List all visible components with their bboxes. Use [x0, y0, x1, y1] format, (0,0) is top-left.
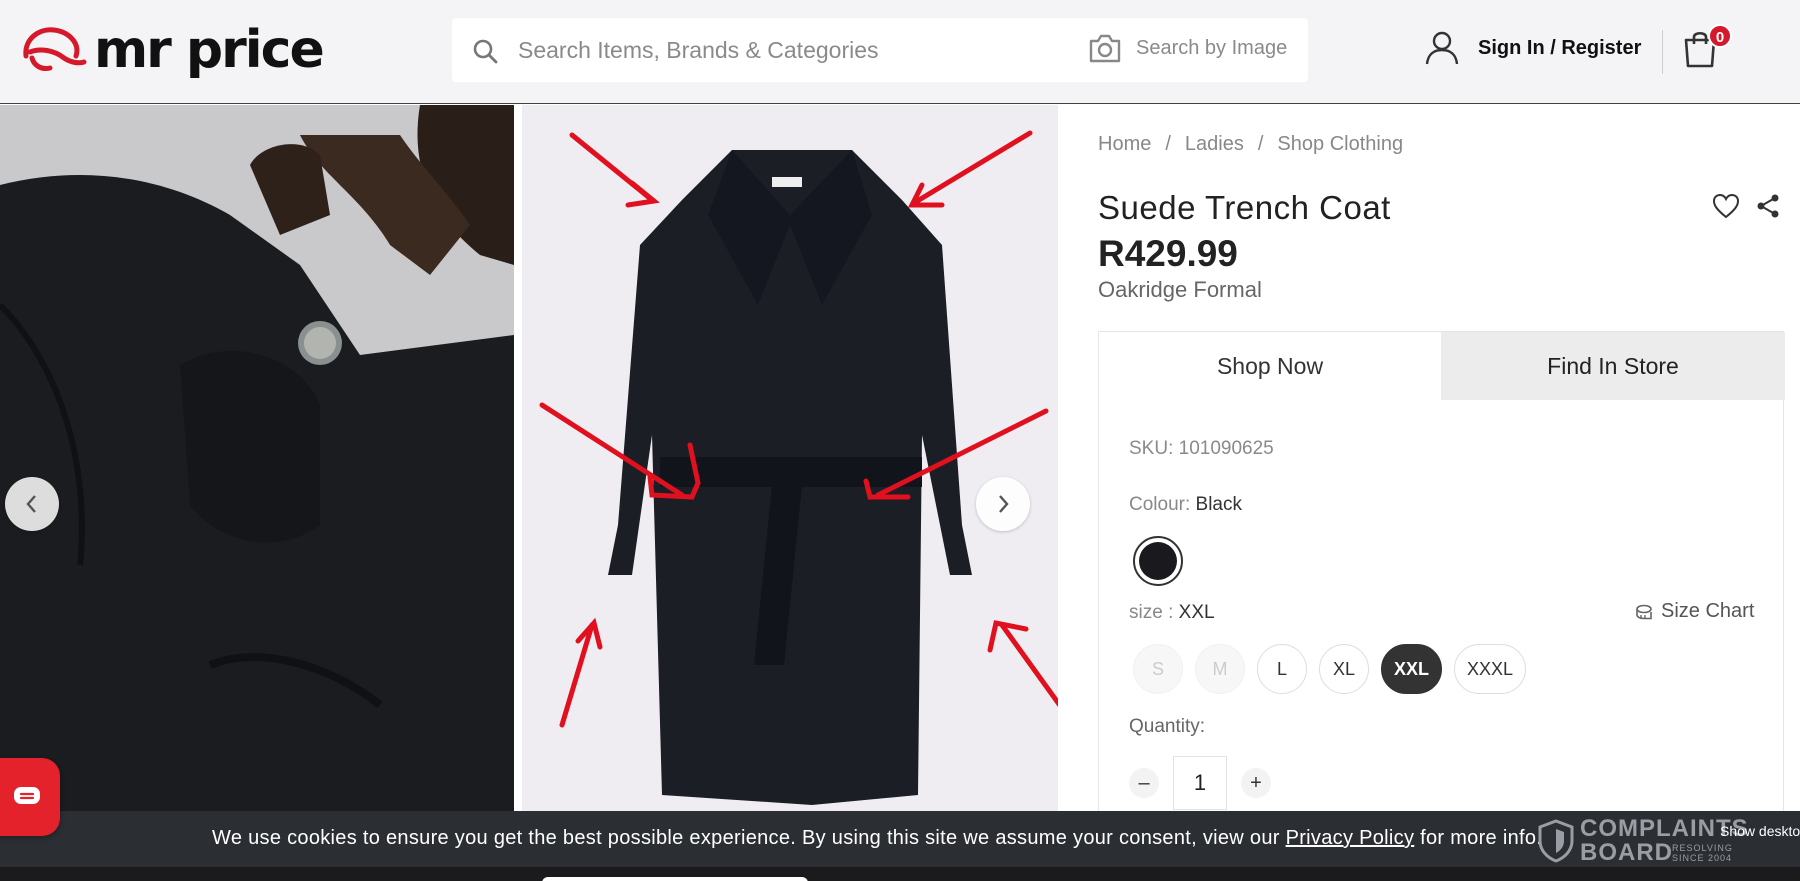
- tape-measure-icon: [1636, 604, 1652, 619]
- size-option-l[interactable]: L: [1257, 644, 1307, 694]
- heart-icon[interactable]: [1712, 193, 1740, 219]
- complaints-board-watermark: COMPLAINTS BOARD RESOLVING SINCE 2004: [1538, 817, 1749, 865]
- show-desktop-label[interactable]: Show deskto: [1720, 823, 1800, 839]
- search-by-image-button[interactable]: Search by Image: [1088, 32, 1287, 64]
- size-option-m[interactable]: M: [1195, 644, 1245, 694]
- chat-button[interactable]: [0, 758, 60, 836]
- purchase-panel: Shop Now Find In Store SKU: 101090625 Co…: [1098, 331, 1785, 831]
- breadcrumb-separator: /: [1257, 133, 1264, 155]
- product-title: Suede Trench Coat: [1098, 189, 1391, 226]
- size-option-xxxl[interactable]: XXXL: [1454, 644, 1527, 694]
- model-photo[interactable]: [0, 105, 514, 811]
- size-option-xxl[interactable]: XXL: [1381, 644, 1443, 694]
- sku-line: SKU: 101090625: [1129, 438, 1274, 460]
- cookie-message: We use cookies to ensure you get the bes…: [212, 827, 1542, 850]
- cart-button[interactable]: 0: [1682, 24, 1732, 73]
- camera-icon: [1089, 34, 1121, 63]
- size-value: XXL: [1178, 602, 1215, 623]
- model-image: [0, 105, 514, 811]
- colour-swatch-black[interactable]: [1133, 536, 1183, 586]
- chat-bubble-icon: [14, 787, 40, 804]
- shield-icon: [1538, 819, 1574, 863]
- size-options: S M L XL XXL XXXL: [1133, 644, 1527, 694]
- size-line: size : XXL: [1129, 602, 1215, 624]
- tab-find-in-store[interactable]: Find In Store: [1441, 332, 1785, 400]
- cookie-banner: We use cookies to ensure you get the bes…: [0, 811, 1800, 867]
- cookie-text-after: for more info.: [1414, 827, 1543, 849]
- search-by-image-label: Search by Image: [1136, 36, 1288, 59]
- product-gallery: [0, 105, 1058, 811]
- gallery-next-button[interactable]: [976, 477, 1030, 531]
- privacy-policy-link[interactable]: Privacy Policy: [1286, 827, 1415, 849]
- search-input[interactable]: [518, 32, 1078, 68]
- mr-price-logo[interactable]: mr price: [20, 20, 325, 80]
- share-icon[interactable]: [1756, 193, 1780, 219]
- search-icon[interactable]: [472, 38, 498, 64]
- taskbar-search-pill[interactable]: [542, 877, 808, 881]
- product-price: R429.99: [1098, 233, 1238, 274]
- size-option-s[interactable]: S: [1133, 644, 1183, 694]
- quantity-label: Quantity:: [1129, 716, 1206, 737]
- size-chart-link[interactable]: Size Chart: [1635, 600, 1754, 623]
- breadcrumb: Home / Ladies / Shop Clothing: [1098, 133, 1403, 156]
- user-icon: [1425, 31, 1459, 65]
- tab-shop-now[interactable]: Shop Now: [1099, 332, 1441, 400]
- header-divider: [1662, 30, 1663, 74]
- sku-label: SKU:: [1129, 438, 1174, 459]
- breadcrumb-home[interactable]: Home: [1098, 133, 1151, 156]
- size-chart-label: Size Chart: [1661, 600, 1755, 622]
- coat-image: [522, 105, 1058, 811]
- breadcrumb-shop-clothing[interactable]: Shop Clothing: [1277, 133, 1403, 156]
- swatch-fill: [1139, 542, 1177, 580]
- sign-in-register-link[interactable]: Sign In / Register: [1424, 30, 1641, 66]
- quantity-decrease-button[interactable]: –: [1129, 768, 1159, 798]
- size-option-xl[interactable]: XL: [1319, 644, 1369, 694]
- taskbar: [0, 867, 1800, 881]
- quantity-increase-button[interactable]: +: [1241, 768, 1271, 798]
- product-details: Home / Ladies / Shop Clothing Suede Tren…: [1098, 105, 1800, 831]
- coat-photo[interactable]: [522, 105, 1058, 811]
- logo-mark-icon: [23, 27, 87, 71]
- logo-text: mr price: [94, 20, 325, 80]
- gallery-prev-button[interactable]: [5, 477, 59, 531]
- cart-count-badge: 0: [1708, 24, 1732, 48]
- chevron-right-icon: [999, 495, 1009, 513]
- colour-label: Colour:: [1129, 494, 1191, 515]
- site-header: mr price Search by Image Sign In / Regis…: [0, 0, 1800, 104]
- sign-in-label: Sign In / Register: [1478, 36, 1642, 59]
- watermark-tagline: RESOLVING SINCE 2004: [1672, 843, 1733, 863]
- quantity-input[interactable]: [1173, 756, 1227, 810]
- sku-value: 101090625: [1178, 438, 1274, 459]
- breadcrumb-ladies[interactable]: Ladies: [1185, 133, 1244, 156]
- colour-line: Colour: Black: [1129, 494, 1242, 516]
- search-bar: Search by Image: [452, 18, 1308, 82]
- chevron-left-icon: [26, 495, 36, 513]
- colour-value: Black: [1195, 494, 1242, 515]
- size-label: size :: [1129, 602, 1174, 623]
- cookie-text-before: We use cookies to ensure you get the bes…: [212, 827, 1286, 849]
- breadcrumb-separator: /: [1165, 133, 1171, 155]
- product-brand: Oakridge Formal: [1098, 277, 1262, 302]
